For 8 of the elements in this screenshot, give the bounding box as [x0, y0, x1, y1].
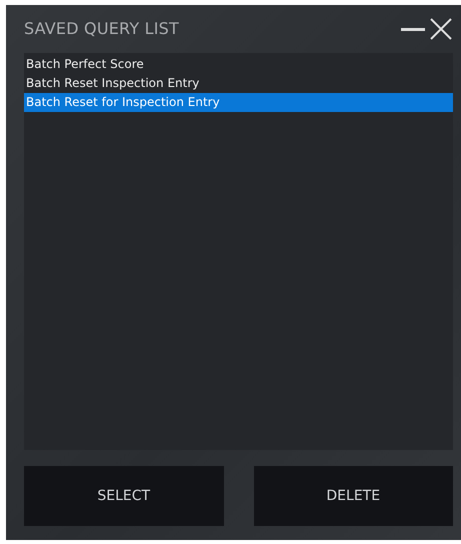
list-item[interactable]: Batch Reset for Inspection Entry: [24, 93, 453, 112]
list-item[interactable]: Batch Reset Inspection Entry: [24, 74, 453, 93]
minimize-button[interactable]: [401, 28, 425, 30]
delete-button[interactable]: DELETE: [254, 466, 453, 526]
window-title: SAVED QUERY LIST: [24, 18, 179, 40]
list-item[interactable]: Batch Perfect Score: [24, 55, 453, 74]
close-button[interactable]: [429, 17, 453, 41]
select-button[interactable]: SELECT: [24, 466, 224, 526]
